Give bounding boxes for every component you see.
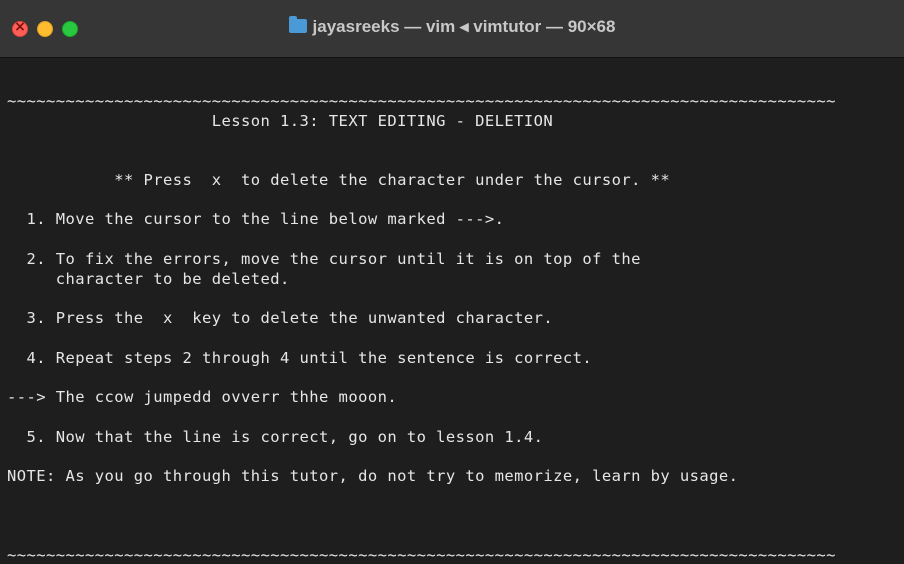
title-bar: jayasreeks — vim ◂ vimtutor — 90×68 xyxy=(0,0,904,58)
step-5: 5. Now that the line is correct, go on t… xyxy=(7,428,544,446)
terminal-content[interactable]: ~~~~~~~~~~~~~~~~~~~~~~~~~~~~~~~~~~~~~~~~… xyxy=(0,58,904,564)
step-2-line-2: character to be deleted. xyxy=(7,270,290,288)
window-title-area: jayasreeks — vim ◂ vimtutor — 90×68 xyxy=(0,16,904,37)
step-3: 3. Press the x key to delete the unwante… xyxy=(7,309,554,327)
step-2-line-1: 2. To fix the errors, move the cursor un… xyxy=(7,250,641,268)
step-1: 1. Move the cursor to the line below mar… xyxy=(7,210,505,228)
window-title: jayasreeks — vim ◂ vimtutor — 90×68 xyxy=(312,17,616,36)
terminal-window: jayasreeks — vim ◂ vimtutor — 90×68 ~~~~… xyxy=(0,0,904,564)
lesson-title: Lesson 1.3: TEXT EDITING - DELETION xyxy=(7,112,554,130)
lesson-intro: ** Press x to delete the character under… xyxy=(7,171,671,189)
separator-top: ~~~~~~~~~~~~~~~~~~~~~~~~~~~~~~~~~~~~~~~~… xyxy=(7,92,836,110)
folder-icon xyxy=(288,16,307,33)
practice-line: ---> The ccow jumpedd ovverr thhe mooon. xyxy=(7,388,398,406)
note-line: NOTE: As you go through this tutor, do n… xyxy=(7,467,739,485)
separator-bottom: ~~~~~~~~~~~~~~~~~~~~~~~~~~~~~~~~~~~~~~~~… xyxy=(7,546,836,564)
step-4: 4. Repeat steps 2 through 4 until the se… xyxy=(7,349,593,367)
